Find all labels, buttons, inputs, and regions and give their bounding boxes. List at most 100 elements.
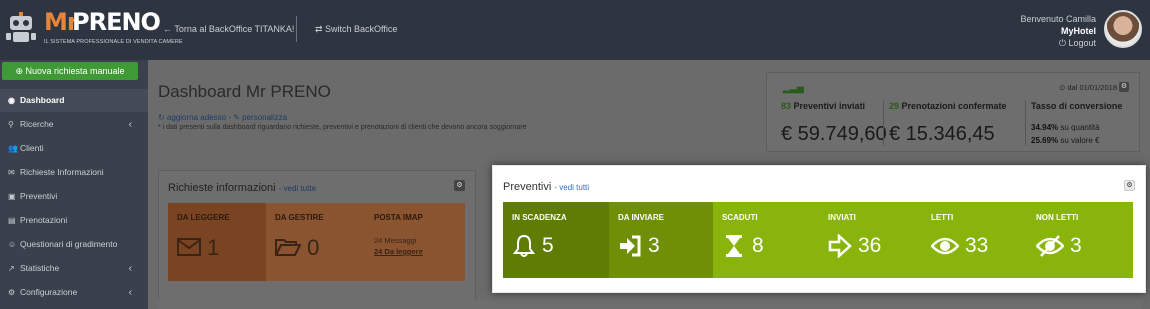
conversion-values: 34.94% su quantità 25.69% su valore € bbox=[1031, 121, 1100, 147]
dashboard-note: * i dati presenti sulla dashboard riguar… bbox=[158, 124, 527, 131]
sidebar-item-label: Preventivi bbox=[20, 191, 58, 201]
sidebar-item-richieste-informazioni[interactable]: ✉ Richieste Informazioni bbox=[0, 161, 148, 184]
signal-bars-icon: ▂▃▅ bbox=[783, 83, 804, 93]
conversion-heading: Tasso di conversione bbox=[1031, 101, 1123, 111]
bookings-value: € 15.346,45 bbox=[889, 123, 995, 145]
gear-icon[interactable]: ⚙ bbox=[1124, 180, 1135, 191]
tile-label: DA LEGGERE bbox=[177, 213, 230, 222]
sidebar-item-label: Questionari di gradimento bbox=[20, 239, 118, 249]
sidebar-item-clienti[interactable]: 👥 Clienti bbox=[0, 137, 148, 160]
tile-value: 5 bbox=[542, 234, 554, 257]
refresh-link[interactable]: ↻ aggiorna adesso bbox=[158, 113, 226, 122]
info-requests-title: Richieste informazioni - vedi tutte bbox=[168, 182, 316, 194]
sidebar-item-configurazione[interactable]: ⚙ Configurazione ‹ bbox=[0, 281, 148, 304]
conversion-val-pct: 25.69% bbox=[1031, 136, 1059, 145]
gear-icon[interactable]: ⚙ bbox=[454, 180, 465, 191]
bell-icon bbox=[513, 234, 535, 257]
tile-value: 33 bbox=[965, 234, 989, 257]
chevron-left-icon: ‹ bbox=[128, 287, 132, 298]
bookings-label: Prenotazioni confermate bbox=[901, 101, 1007, 111]
conversion-qty-label: su quantità bbox=[1060, 123, 1100, 132]
chart-icon: ↗ bbox=[8, 264, 15, 273]
quotes-sent-value: € 59.749,60 bbox=[781, 123, 887, 145]
quotes-title: Preventivi - vedi tutti bbox=[503, 181, 589, 193]
robot-icon bbox=[6, 12, 36, 42]
user-info: Benvenuto Camilla MyHotel ⏻ Logout bbox=[1020, 13, 1096, 49]
sidebar-item-label: Richieste Informazioni bbox=[20, 167, 104, 177]
tile-value: 3 bbox=[648, 234, 660, 257]
date-range: ⊙ dal 01/01/2018 bbox=[1059, 83, 1117, 92]
sidebar-item-statistiche[interactable]: ↗ Statistiche ‹ bbox=[0, 257, 148, 280]
tile-value: 36 bbox=[858, 234, 882, 257]
quotes-sent-count: 83 bbox=[781, 101, 792, 111]
switch-backoffice-link[interactable]: ⇄ Switch BackOffice bbox=[315, 24, 397, 35]
avatar[interactable] bbox=[1104, 10, 1142, 48]
imap-counts: 24 Messaggi 24 Da leggere bbox=[374, 235, 423, 257]
back-to-titanka-link[interactable]: ← Torna al BackOffice TITANKA! bbox=[163, 24, 294, 34]
tile-label: INVIATI bbox=[828, 213, 856, 222]
tile-label: IN SCADENZA bbox=[512, 213, 567, 222]
tile-label: DA GESTIRE bbox=[275, 213, 324, 222]
tile-value: 3 bbox=[1070, 234, 1082, 257]
lower-panel bbox=[158, 300, 1142, 309]
tile-value: 1 bbox=[207, 235, 220, 260]
sidebar-item-preventivi[interactable]: ▣ Preventivi bbox=[0, 185, 148, 208]
stats-panel: ▂▃▅ ⊙ dal 01/01/2018 ⚙ 83 Preventivi inv… bbox=[766, 72, 1140, 152]
quote-icon: ▣ bbox=[8, 192, 16, 201]
tile-label: LETTI bbox=[931, 213, 954, 222]
quote-tile-to-send[interactable]: DA INVIARE 3 bbox=[609, 202, 713, 278]
bookings-count: 29 bbox=[889, 101, 900, 111]
info-requests-heading: Richieste informazioni bbox=[168, 182, 276, 194]
hotel-name[interactable]: MyHotel bbox=[1020, 25, 1096, 37]
imap-mail-tile[interactable]: POSTA IMAP 24 Messaggi 24 Da leggere bbox=[365, 203, 465, 281]
sidebar-item-label: Prenotazioni bbox=[20, 215, 68, 225]
imap-unread-link[interactable]: 24 Da leggere bbox=[374, 247, 423, 256]
sidebar-item-label: Dashboard bbox=[20, 95, 65, 105]
quote-tile-read[interactable]: LETTI 33 bbox=[922, 202, 1027, 278]
info-requests-panel: Richieste informazioni - vedi tutte ⚙ DA… bbox=[158, 170, 476, 309]
sidebar-item-label: Statistiche bbox=[20, 263, 60, 273]
folder-open-icon bbox=[274, 239, 302, 256]
imap-messages: 24 Messaggi bbox=[374, 236, 417, 245]
quote-tile-expiring[interactable]: IN SCADENZA 5 bbox=[503, 202, 609, 278]
users-icon: 👥 bbox=[8, 144, 18, 153]
sidebar-item-questionari-di-gradimento[interactable]: ☺ Questionari di gradimento bbox=[0, 233, 148, 256]
dashboard-icon: ◉ bbox=[8, 96, 15, 105]
quotes-heading: Preventivi bbox=[503, 181, 552, 193]
tile-label: POSTA IMAP bbox=[374, 213, 423, 222]
chevron-left-icon: ‹ bbox=[128, 263, 132, 274]
search-icon: ⚲ bbox=[8, 120, 14, 129]
divider bbox=[1025, 101, 1026, 145]
to-read-tile[interactable]: DA LEGGERE 1 bbox=[168, 203, 266, 281]
quote-tile-unread[interactable]: NON LETTI 3 bbox=[1027, 202, 1133, 278]
sidebar-item-ricerche[interactable]: ⚲ Ricerche ‹ bbox=[0, 113, 148, 136]
conversion-qty-pct: 34.94% bbox=[1031, 123, 1059, 132]
divider bbox=[883, 101, 884, 145]
dashboard-actions: ↻ aggiorna adesso - ✎ personalizza bbox=[158, 113, 287, 122]
tile-value-row: 1 bbox=[177, 235, 219, 261]
conversion-val-label: su valore € bbox=[1060, 136, 1100, 145]
hourglass-icon bbox=[726, 235, 742, 257]
logo-tagline: IL SISTEMA PROFESSIONALE DI VENDITA CAME… bbox=[44, 39, 183, 45]
cogs-icon: ⚙ bbox=[8, 288, 16, 297]
customize-link[interactable]: ✎ personalizza bbox=[233, 113, 287, 122]
new-manual-request-button[interactable]: ⊕ Nuova richiesta manuale bbox=[2, 62, 138, 80]
logout-link[interactable]: ⏻ Logout bbox=[1020, 37, 1096, 49]
top-divider bbox=[296, 16, 297, 42]
tile-value: 0 bbox=[307, 235, 320, 260]
tile-label: SCADUTI bbox=[722, 213, 758, 222]
quote-tile-sent[interactable]: INVIATI 36 bbox=[819, 202, 922, 278]
to-manage-tile[interactable]: DA GESTIRE 0 bbox=[266, 203, 365, 281]
quote-tile-expired[interactable]: SCADUTI 8 bbox=[713, 202, 819, 278]
sidebar-item-prenotazioni[interactable]: ▤ Prenotazioni bbox=[0, 209, 148, 232]
see-all-requests-link[interactable]: - vedi tutte bbox=[279, 184, 316, 193]
gear-icon[interactable]: ⚙ bbox=[1119, 82, 1129, 92]
chevron-left-icon: ‹ bbox=[128, 119, 132, 130]
tile-label: NON LETTI bbox=[1036, 213, 1079, 222]
envelope-icon: ✉ bbox=[8, 168, 15, 177]
see-all-quotes-link[interactable]: - vedi tutti bbox=[554, 183, 589, 192]
quotes-sent-heading: 83 Preventivi inviati bbox=[781, 101, 865, 111]
mr-preno-logo[interactable]: Mr PRENO IL SISTEMA PROFESSIONALE DI VEN… bbox=[4, 8, 183, 54]
sidebar-item-dashboard[interactable]: ◉ Dashboard bbox=[0, 89, 148, 112]
bookings-heading: 29 Prenotazioni confermate bbox=[889, 101, 1007, 111]
